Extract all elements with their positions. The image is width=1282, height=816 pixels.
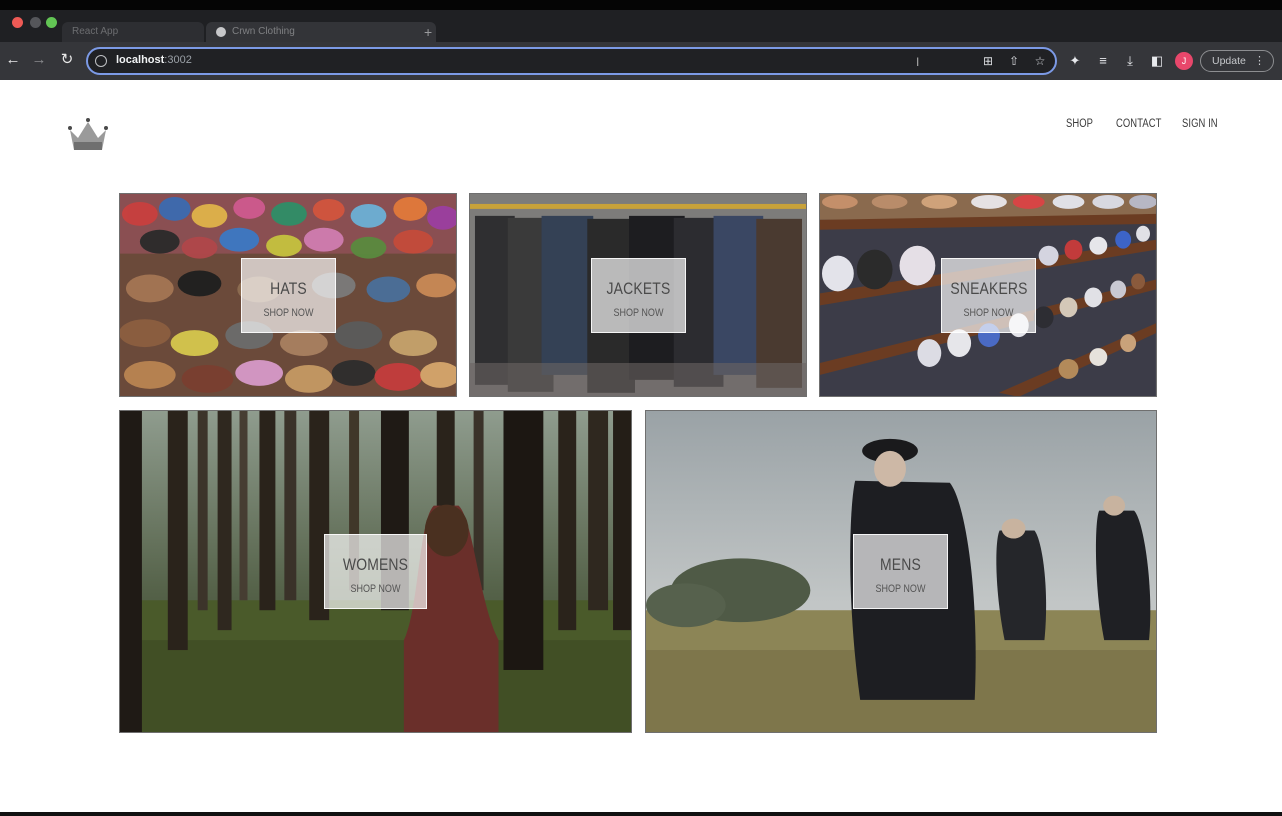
- page: SHOP CONTACT SIGN IN HATS SHOP NOW JACKE…: [0, 80, 1282, 812]
- category-label[interactable]: HATS SHOP NOW: [241, 258, 336, 333]
- menu-dots-icon[interactable]: ⋮: [1254, 51, 1265, 71]
- category-title: WOMENS: [342, 555, 409, 574]
- bottom-strip: [0, 812, 1282, 816]
- tab-favicon-icon: [216, 27, 226, 37]
- category-card-mens[interactable]: MENS SHOP NOW: [645, 410, 1157, 733]
- shop-now-text: SHOP NOW: [875, 583, 926, 595]
- media-control-icon[interactable]: ≡: [1094, 52, 1112, 70]
- side-panel-icon[interactable]: ◧: [1148, 52, 1166, 70]
- url-port: :3002: [164, 54, 192, 66]
- profile-avatar[interactable]: J: [1175, 52, 1193, 70]
- maximize-window-button[interactable]: [46, 17, 57, 28]
- tab-title: Crwn Clothing: [232, 26, 295, 37]
- browser-tab-active[interactable]: Crwn Clothing: [206, 22, 436, 42]
- browser-tab[interactable]: React App: [62, 22, 204, 42]
- top-strip: [0, 0, 1282, 10]
- category-label[interactable]: SNEAKERS SHOP NOW: [941, 258, 1036, 333]
- category-card-womens[interactable]: WOMENS SHOP NOW: [119, 410, 632, 733]
- category-title: MENS: [880, 555, 921, 574]
- browser-titlebar: React App Crwn Clothing +: [0, 0, 1282, 42]
- extensions-puzzle-icon[interactable]: ✦: [1066, 52, 1084, 70]
- reload-icon[interactable]: ↻: [58, 51, 76, 69]
- install-app-icon[interactable]: ⊞: [980, 53, 996, 69]
- nav-sign-in-link[interactable]: SIGN IN: [1182, 118, 1218, 130]
- url-host: localhost: [116, 54, 165, 66]
- update-button[interactable]: Update ⋮: [1200, 50, 1274, 72]
- site-info-icon[interactable]: [95, 55, 107, 67]
- crown-logo-icon[interactable]: [66, 116, 110, 152]
- nav-shop-link[interactable]: SHOP: [1066, 118, 1093, 130]
- close-window-button[interactable]: [12, 17, 23, 28]
- back-arrow-icon[interactable]: ←: [4, 51, 22, 69]
- share-icon[interactable]: ⇧: [1006, 53, 1022, 69]
- category-title: SNEAKERS: [950, 279, 1028, 298]
- category-label[interactable]: MENS SHOP NOW: [853, 534, 948, 609]
- minimize-window-button[interactable]: [30, 17, 41, 28]
- browser-toolbar: ← → ↻ localhost:3002 I ⊞ ⇧ ☆ ✦ ≡ ⤓ ◧ J U…: [0, 42, 1282, 80]
- category-title: JACKETS: [606, 279, 671, 298]
- category-title: HATS: [270, 279, 307, 298]
- text-cursor-icon: I: [916, 55, 920, 69]
- category-card-sneakers[interactable]: SNEAKERS SHOP NOW: [819, 193, 1157, 397]
- category-label[interactable]: JACKETS SHOP NOW: [591, 258, 686, 333]
- shop-now-text: SHOP NOW: [613, 307, 664, 319]
- category-card-hats[interactable]: HATS SHOP NOW: [119, 193, 457, 397]
- category-card-jackets[interactable]: JACKETS SHOP NOW: [469, 193, 807, 397]
- download-icon[interactable]: ⤓: [1121, 52, 1139, 70]
- url-text[interactable]: localhost:3002: [116, 54, 192, 66]
- new-tab-button[interactable]: +: [424, 24, 432, 40]
- shop-now-text: SHOP NOW: [263, 307, 314, 319]
- update-label: Update: [1212, 55, 1246, 67]
- forward-arrow-icon[interactable]: →: [30, 51, 48, 69]
- tab-title: React App: [72, 26, 119, 37]
- nav-contact-link[interactable]: CONTACT: [1116, 118, 1161, 130]
- shop-now-text: SHOP NOW: [350, 583, 401, 595]
- bookmark-star-icon[interactable]: ☆: [1032, 53, 1048, 69]
- category-label[interactable]: WOMENS SHOP NOW: [324, 534, 427, 609]
- address-bar[interactable]: localhost:3002 I ⊞ ⇧ ☆: [86, 47, 1057, 75]
- shop-now-text: SHOP NOW: [963, 307, 1014, 319]
